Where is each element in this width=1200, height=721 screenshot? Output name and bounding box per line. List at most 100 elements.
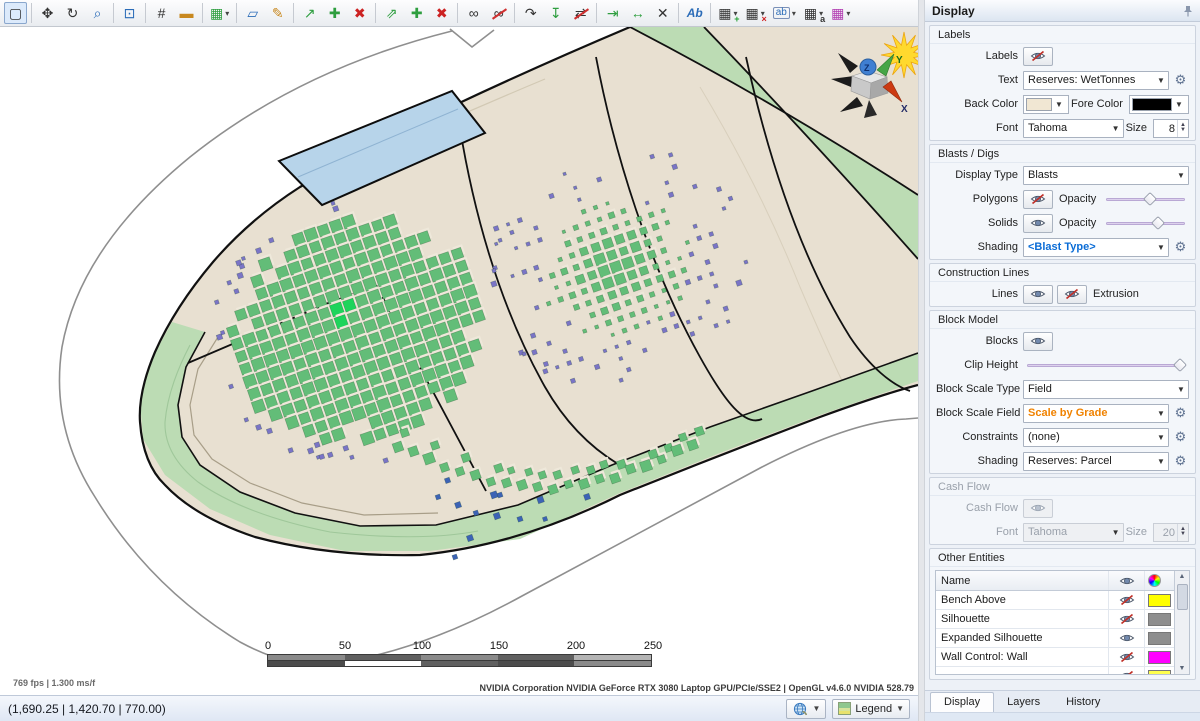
add-point-button[interactable]: ✚ bbox=[323, 2, 346, 24]
globe-icon bbox=[792, 702, 808, 716]
slider-thumb[interactable] bbox=[1143, 192, 1157, 206]
fit-view-button[interactable]: ⊡ bbox=[118, 2, 141, 24]
orbit-tool-button[interactable]: ↻ bbox=[61, 2, 84, 24]
blast-shading-gear-icon[interactable]: ⚙ bbox=[1172, 239, 1189, 255]
labels-visibility-button[interactable] bbox=[1023, 47, 1053, 66]
reverse-direction-button[interactable]: ↷ bbox=[519, 2, 542, 24]
move-segment-button[interactable]: ⇗ bbox=[380, 2, 403, 24]
pan-tool-button[interactable]: ✥ bbox=[36, 2, 59, 24]
constraints-gear-icon[interactable]: ⚙ bbox=[1172, 429, 1189, 445]
zoom-tool-button[interactable]: ⌕ bbox=[86, 2, 109, 24]
entity-row[interactable]: Bench Above bbox=[936, 591, 1174, 610]
viewport-scene[interactable]: Y X Z bbox=[0, 27, 918, 695]
scroll-down-icon[interactable]: ▼ bbox=[1179, 663, 1186, 674]
entity-color-cell[interactable] bbox=[1144, 610, 1174, 628]
entity-visibility-button[interactable] bbox=[1108, 591, 1144, 609]
slider-thumb[interactable] bbox=[1173, 358, 1187, 372]
polygons-visibility-button[interactable] bbox=[1023, 190, 1053, 209]
color-column-header[interactable] bbox=[1144, 571, 1174, 590]
entity-table-scrollbar[interactable]: ▲ ▼ bbox=[1174, 571, 1189, 674]
edit-pencil-button[interactable]: ✎ bbox=[266, 2, 289, 24]
projection-button[interactable]: ▼ bbox=[786, 699, 826, 719]
grid-add-button[interactable]: ▦+▾ bbox=[715, 2, 740, 24]
scroll-up-icon[interactable]: ▲ bbox=[1179, 571, 1186, 582]
entity-visibility-button[interactable] bbox=[1108, 629, 1144, 647]
name-column-header[interactable]: Name bbox=[936, 575, 1108, 587]
block-scale-field-dropdown[interactable]: Scale by Grade ▼ bbox=[1023, 404, 1169, 423]
label-text-gear-icon[interactable]: ⚙ bbox=[1172, 72, 1189, 88]
blocks-visibility-button[interactable] bbox=[1023, 332, 1053, 351]
entity-name: Wall Control: Wall bbox=[936, 651, 1108, 663]
back-color-dropdown[interactable]: ▼ bbox=[1023, 95, 1069, 114]
entity-color-cell[interactable] bbox=[1144, 667, 1174, 674]
add-segment-button[interactable]: ✚ bbox=[405, 2, 428, 24]
split-segments-button[interactable]: ⇄ bbox=[569, 2, 592, 24]
visibility-column-header[interactable] bbox=[1108, 571, 1144, 590]
legend-button[interactable]: Legend ▼ bbox=[832, 699, 910, 719]
marquee-select-button[interactable]: ▢ bbox=[4, 2, 27, 24]
digitize-polygon-button[interactable]: ▱ bbox=[241, 2, 264, 24]
block-shading-dropdown[interactable]: Reserves: Parcel ▼ bbox=[1023, 452, 1169, 471]
grid-toggle-button[interactable]: # bbox=[150, 2, 173, 24]
solids-opacity-label: Opacity bbox=[1059, 217, 1096, 229]
display-type-dropdown[interactable]: Blasts ▼ bbox=[1023, 166, 1189, 185]
grid-labels-button[interactable]: ▦a▾ bbox=[801, 2, 826, 24]
solids-opacity-slider[interactable] bbox=[1106, 215, 1185, 231]
blast-shading-dropdown[interactable]: <Blast Type> ▼ bbox=[1023, 238, 1169, 257]
fore-color-dropdown[interactable]: ▼ bbox=[1129, 95, 1189, 114]
solids-label: Solids bbox=[936, 217, 1018, 229]
clip-height-slider[interactable] bbox=[1027, 357, 1185, 373]
annotate-text-button[interactable]: Ab bbox=[683, 2, 706, 24]
move-point-icon: ↗ bbox=[304, 6, 316, 20]
extrusion-visibility-button[interactable] bbox=[1057, 285, 1087, 304]
entity-visibility-button[interactable] bbox=[1108, 648, 1144, 666]
font-dropdown[interactable]: Tahoma ▼ bbox=[1023, 119, 1124, 138]
font-size-stepper[interactable]: 8 ▲▼ bbox=[1153, 119, 1189, 138]
entity-visibility-button[interactable] bbox=[1108, 610, 1144, 628]
tab-display[interactable]: Display bbox=[930, 692, 994, 712]
tab-history[interactable]: History bbox=[1053, 693, 1113, 712]
entity-visibility-button[interactable] bbox=[1108, 667, 1144, 674]
cash-flow-group-title: Cash Flow bbox=[930, 478, 1195, 496]
lines-visibility-button[interactable] bbox=[1023, 285, 1053, 304]
slider-thumb[interactable] bbox=[1151, 216, 1165, 230]
segment-forward-button[interactable]: ⇥ bbox=[601, 2, 624, 24]
label-text-dropdown[interactable]: Reserves: WetTonnes ▼ bbox=[1023, 71, 1169, 90]
entity-color-cell[interactable] bbox=[1144, 629, 1174, 647]
entity-color-cell[interactable] bbox=[1144, 648, 1174, 666]
constraints-dropdown[interactable]: (none) ▼ bbox=[1023, 428, 1169, 447]
move-point-button[interactable]: ↗ bbox=[298, 2, 321, 24]
chevron-down-icon: ▼ bbox=[1109, 528, 1123, 537]
pin-icon[interactable] bbox=[1183, 5, 1193, 17]
entity-row[interactable] bbox=[936, 667, 1174, 674]
entity-color-cell[interactable] bbox=[1144, 591, 1174, 609]
toolbar-separator bbox=[113, 3, 114, 23]
entity-row[interactable]: Wall Control: Wall bbox=[936, 648, 1174, 667]
pan-tool-icon: ✥ bbox=[42, 6, 54, 20]
solids-visibility-button[interactable] bbox=[1023, 214, 1053, 233]
image-overlay-button[interactable]: ▦▾ bbox=[207, 2, 232, 24]
polygons-opacity-slider[interactable] bbox=[1106, 191, 1185, 207]
block-scale-field-gear-icon[interactable]: ⚙ bbox=[1172, 405, 1189, 421]
label-style-button[interactable]: ab▾ bbox=[770, 2, 799, 24]
delete-point-button[interactable]: ✖ bbox=[348, 2, 371, 24]
grid-delete-button[interactable]: ▦×▾ bbox=[743, 2, 768, 24]
ruler-tool-button[interactable]: ▬ bbox=[175, 2, 198, 24]
tab-layers[interactable]: Layers bbox=[994, 693, 1053, 712]
polygons-opacity-label: Opacity bbox=[1059, 193, 1096, 205]
unlink-segments-button[interactable]: ∞ bbox=[487, 2, 510, 24]
entity-row[interactable]: Silhouette bbox=[936, 610, 1174, 629]
entity-row[interactable]: Expanded Silhouette bbox=[936, 629, 1174, 648]
segment-both-ways-button[interactable]: ↔ bbox=[626, 2, 649, 24]
link-segments-button[interactable]: ∞ bbox=[462, 2, 485, 24]
panel-splitter[interactable] bbox=[918, 0, 925, 721]
segment-cross-button[interactable]: ✕ bbox=[651, 2, 674, 24]
grid-colors-button[interactable]: ▦▾ bbox=[828, 2, 853, 24]
block-scale-type-dropdown[interactable]: Field ▼ bbox=[1023, 380, 1189, 399]
block-shading-gear-icon[interactable]: ⚙ bbox=[1172, 453, 1189, 469]
delete-segment-button[interactable]: ✖ bbox=[430, 2, 453, 24]
merge-segments-button[interactable]: ↧ bbox=[544, 2, 567, 24]
scrollbar-thumb[interactable] bbox=[1177, 584, 1188, 610]
viewport[interactable]: Y X Z 050100150200250 769 fps | 1.300 ms… bbox=[0, 27, 918, 695]
stepper-arrows[interactable]: ▲▼ bbox=[1177, 120, 1188, 137]
